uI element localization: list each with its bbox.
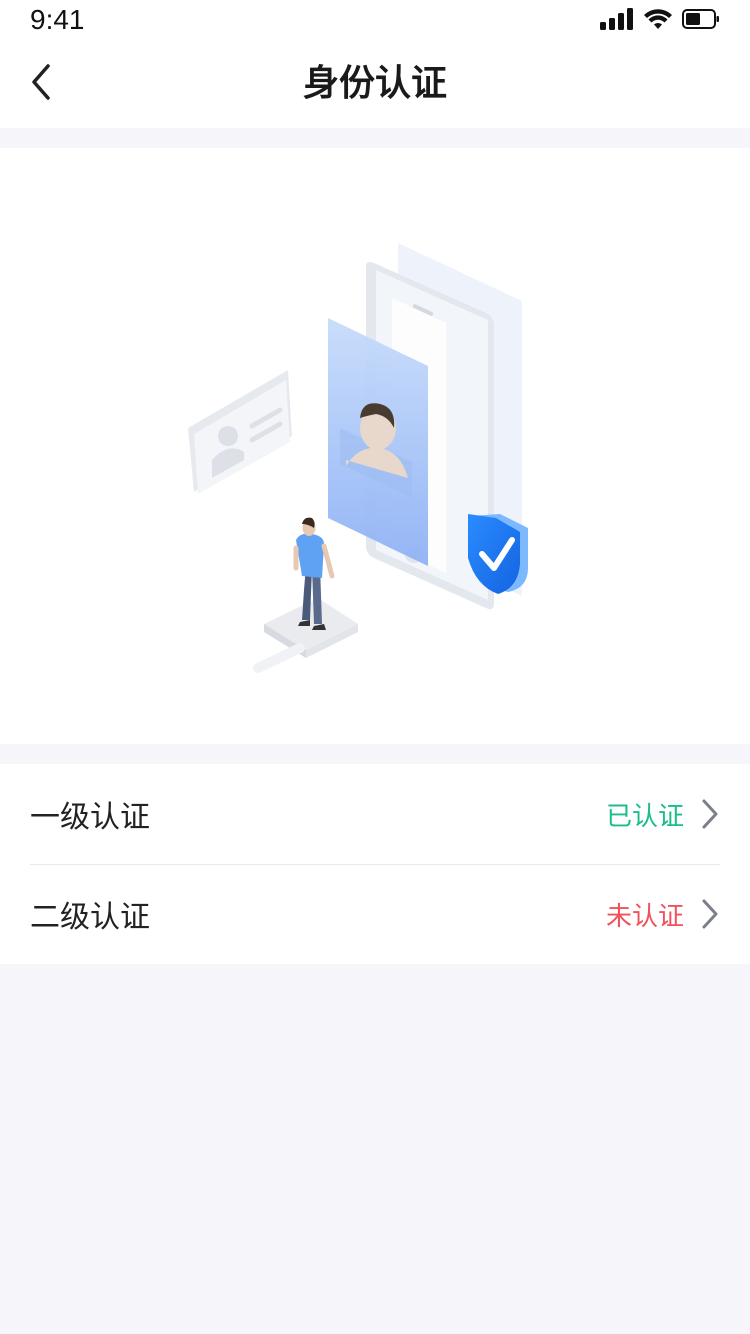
signal-icon <box>600 8 634 34</box>
status-label: 未认证 <box>605 901 684 932</box>
status-label: 已认证 <box>605 801 684 832</box>
verification-row-level-1[interactable]: 一级认证 已认证 <box>0 764 750 864</box>
status-bar: 9:41 <box>0 0 750 40</box>
nav-bar: 身份认证 <box>0 40 750 128</box>
chevron-right-icon <box>700 798 720 830</box>
status-time: 9:41 <box>30 4 85 35</box>
status-icons <box>600 8 720 34</box>
verification-row-level-2[interactable]: 二级认证 未认证 <box>0 864 750 964</box>
row-label: 一级认证 <box>30 800 150 835</box>
verification-list: 一级认证 已认证 二级认证 未认证 <box>0 764 750 964</box>
row-label: 二级认证 <box>30 900 150 935</box>
page-title: 身份认证 <box>302 63 447 104</box>
chevron-right-icon <box>700 898 720 930</box>
hero-banner <box>0 148 750 744</box>
identity-verification-illustration <box>188 243 528 673</box>
wifi-icon <box>644 8 672 34</box>
battery-icon <box>682 8 720 34</box>
